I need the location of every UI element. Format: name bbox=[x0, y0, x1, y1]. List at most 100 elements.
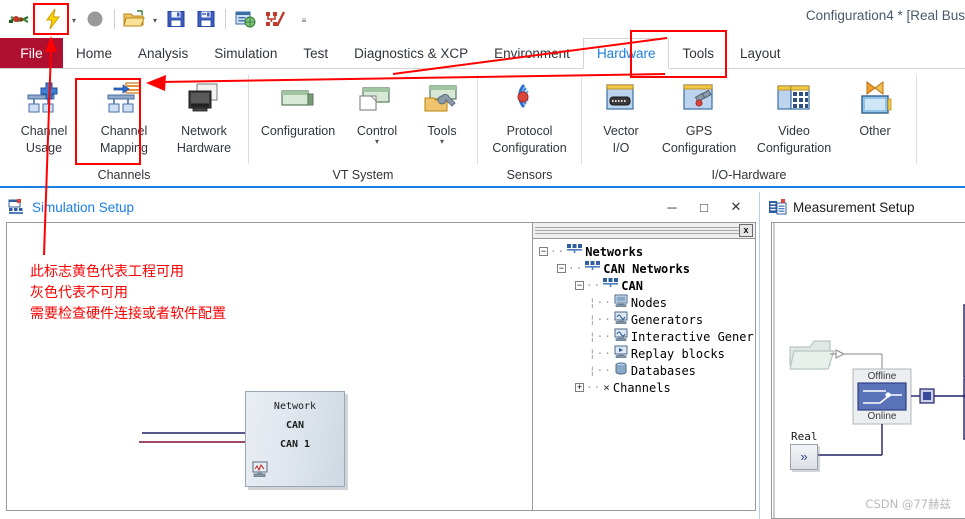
tree-connector: ·· bbox=[568, 262, 584, 275]
tree-connector: ·· bbox=[550, 245, 566, 258]
tab-test[interactable]: Test bbox=[290, 38, 341, 68]
network-icon bbox=[567, 244, 583, 259]
ribbon-group-sensors: Protocol Configuration Sensors bbox=[478, 69, 581, 186]
highlight-box-lightning bbox=[33, 3, 69, 35]
node-icon bbox=[614, 294, 628, 311]
measurement-setup-body[interactable]: Offline Online Real » bbox=[771, 222, 965, 519]
ribbon-button-network-hardware[interactable]: Network Hardware bbox=[164, 73, 244, 155]
interactive-generator-icon bbox=[614, 328, 628, 345]
tree-row[interactable]: ¦·· Interactive Gener bbox=[539, 328, 755, 345]
ribbon-label-line1: Control bbox=[356, 124, 398, 138]
ribbon-button-vt-configuration[interactable]: Configuration bbox=[253, 73, 343, 138]
tree-expander-icon[interactable]: − bbox=[575, 281, 584, 290]
copy-config-icon[interactable] bbox=[230, 4, 260, 34]
maximize-button[interactable]: □ bbox=[688, 194, 720, 220]
ribbon-button-protocol-configuration[interactable]: Protocol Configuration bbox=[480, 73, 580, 155]
measurement-setup-titlebar: Measurement Setup bbox=[761, 192, 965, 222]
annotation-line-3: 需要检查硬件连接或者软件配置 bbox=[30, 306, 226, 322]
toolbar-separator-2 bbox=[225, 9, 226, 29]
ribbon-tab-strip: File Home Analysis Simulation Test Diagn… bbox=[0, 38, 965, 69]
ribbon-group-divider-4 bbox=[916, 75, 917, 164]
measurement-setup-icon[interactable] bbox=[260, 4, 290, 34]
video-configuration-icon bbox=[774, 77, 814, 121]
tree-row[interactable]: ¦·· Databases bbox=[539, 362, 755, 379]
tree-panel-close-icon[interactable]: x bbox=[739, 224, 753, 237]
real-bus-button[interactable]: » bbox=[790, 444, 818, 470]
networks-tree-panel: x − ·· Networks − ·· CAN Networks − ·· C… bbox=[532, 223, 755, 510]
minimize-button[interactable]: ─ bbox=[656, 194, 688, 220]
other-hardware-icon bbox=[855, 77, 895, 121]
vt-tools-icon bbox=[422, 77, 462, 121]
tree-row[interactable]: − ·· CAN bbox=[539, 277, 755, 294]
ribbon-group-vt-system: Configuration Control ▾ Tools ▾ VT Syste… bbox=[249, 69, 477, 186]
tree-connector: ¦·· bbox=[589, 364, 612, 377]
tab-environment[interactable]: Environment bbox=[481, 38, 583, 68]
vt-configuration-icon bbox=[278, 77, 318, 121]
tab-simulation[interactable]: Simulation bbox=[201, 38, 290, 68]
open-dropdown-icon[interactable]: ▾ bbox=[149, 5, 161, 33]
tree-panel-grip[interactable] bbox=[535, 227, 739, 234]
open-folder-icon[interactable] bbox=[119, 4, 149, 34]
simulation-setup-title: Simulation Setup bbox=[32, 199, 135, 215]
chevron-down-icon[interactable]: ▾ bbox=[440, 138, 444, 146]
annotation-line-2: 灰色代表不可用 bbox=[30, 285, 128, 301]
ribbon-button-vt-control[interactable]: Control ▾ bbox=[343, 73, 411, 146]
tab-analysis[interactable]: Analysis bbox=[125, 38, 201, 68]
ribbon-button-vt-tools[interactable]: Tools ▾ bbox=[411, 73, 473, 146]
generator-icon bbox=[614, 311, 628, 328]
ribbon-label-line1: Video bbox=[778, 124, 810, 138]
ribbon-label-line2: Configuration bbox=[492, 141, 567, 155]
close-button[interactable]: ✕ bbox=[720, 194, 752, 220]
tree-row[interactable]: − ·· CAN Networks bbox=[539, 260, 755, 277]
ribbon-button-other-hardware[interactable]: Other bbox=[842, 73, 908, 138]
tree-label: CAN bbox=[621, 278, 643, 293]
chevron-down-icon[interactable]: ▾ bbox=[375, 138, 379, 146]
tab-file[interactable]: File bbox=[0, 38, 63, 68]
ribbon-label-line2: Hardware bbox=[176, 141, 232, 155]
tree-connector: ¦·· bbox=[589, 296, 612, 309]
tree-row[interactable]: ¦·· Generators bbox=[539, 311, 755, 328]
tree-row[interactable]: − ·· Networks bbox=[539, 243, 755, 260]
networks-tree[interactable]: − ·· Networks − ·· CAN Networks − ·· CAN… bbox=[533, 239, 755, 510]
ribbon-label-line1: Tools bbox=[427, 124, 457, 138]
ribbon-button-gps-configuration[interactable]: GPS Configuration bbox=[652, 73, 746, 155]
tab-diagnostics-xcp[interactable]: Diagnostics & XCP bbox=[341, 38, 481, 68]
annotation-line-1: 此标志黄色代表工程可用 bbox=[30, 264, 184, 280]
ribbon-label-line2: I/O bbox=[612, 141, 630, 155]
tree-expander-icon[interactable]: + bbox=[575, 383, 584, 392]
network-block-can1[interactable]: Network CAN CAN 1 bbox=[245, 391, 345, 487]
simulation-setup-window: Simulation Setup ─ □ ✕ Network CAN CAN 1 bbox=[0, 192, 760, 519]
ribbon-button-channel-usage[interactable]: Channel Usage bbox=[4, 73, 84, 155]
ribbon-label-line1: Other bbox=[859, 124, 891, 138]
hardware-config-icon[interactable] bbox=[4, 4, 34, 34]
ribbon-label-line1: Channel bbox=[20, 124, 68, 138]
ribbon-label-line1: GPS bbox=[685, 124, 713, 138]
ribbon-label-line2: Configuration bbox=[661, 141, 737, 155]
customize-toolbar-icon[interactable]: ≡ bbox=[298, 5, 310, 33]
tree-label: Databases bbox=[630, 363, 696, 378]
tree-row[interactable]: ¦·· Replay blocks bbox=[539, 345, 755, 362]
tab-layout[interactable]: Layout bbox=[727, 38, 794, 68]
stop-circle-icon[interactable] bbox=[80, 4, 110, 34]
tree-expander-icon[interactable]: − bbox=[557, 264, 566, 273]
ribbon-group-label-sensors: Sensors bbox=[506, 168, 553, 182]
ribbon-label-line1: Vector bbox=[603, 124, 639, 138]
save-as-icon[interactable] bbox=[191, 4, 221, 34]
highlight-box-hardware-tab bbox=[630, 30, 727, 78]
save-icon[interactable] bbox=[161, 4, 191, 34]
measurement-setup-title: Measurement Setup bbox=[793, 199, 915, 215]
ribbon-button-vector-io[interactable]: Vector I/O bbox=[590, 73, 652, 155]
database-icon bbox=[614, 362, 628, 379]
gps-configuration-icon bbox=[679, 77, 719, 121]
tree-expander-icon[interactable]: − bbox=[539, 247, 548, 256]
vector-io-icon bbox=[601, 77, 641, 121]
ribbon-label-line2: Configuration bbox=[756, 141, 832, 155]
network-block-line2: CAN bbox=[285, 420, 305, 431]
network-block-line1: Network bbox=[273, 401, 317, 412]
ribbon-button-video-configuration[interactable]: Video Configuration bbox=[746, 73, 842, 155]
tab-home[interactable]: Home bbox=[63, 38, 125, 68]
lightning-dropdown-icon[interactable]: ▾ bbox=[68, 5, 80, 33]
highlight-box-channel-mapping bbox=[75, 78, 141, 165]
tree-row[interactable]: + ·· × Channels bbox=[539, 379, 755, 396]
tree-row[interactable]: ¦·· Nodes bbox=[539, 294, 755, 311]
